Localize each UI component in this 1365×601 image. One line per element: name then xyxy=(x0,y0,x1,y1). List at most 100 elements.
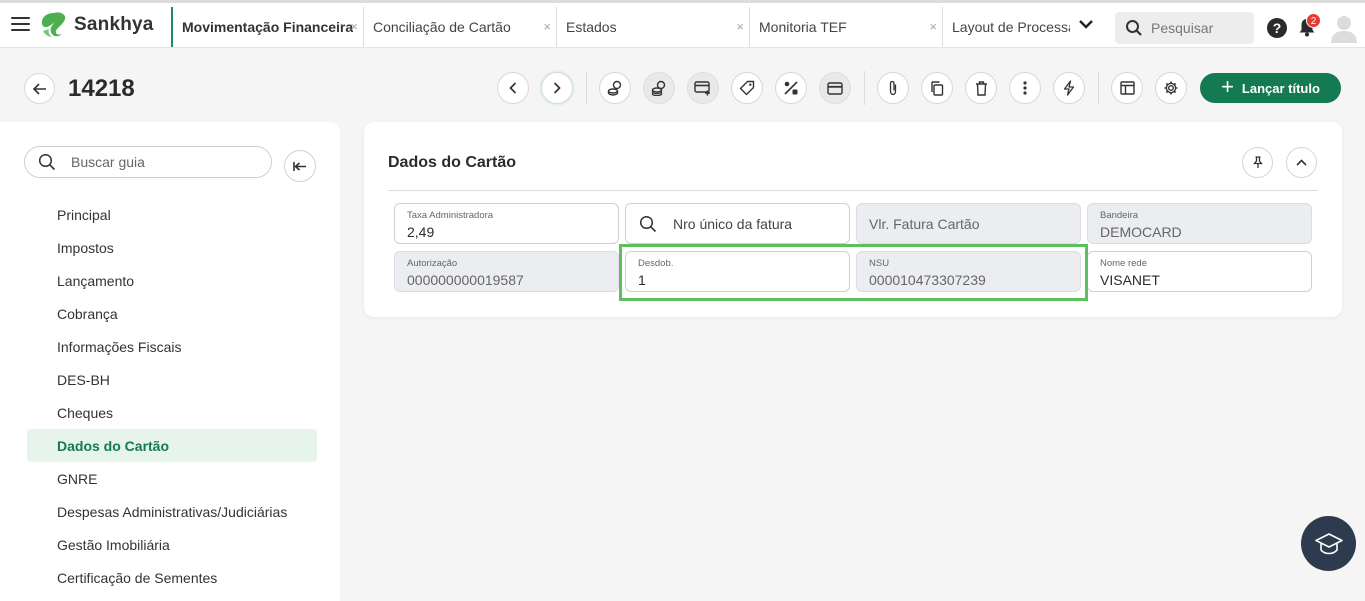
duplicate-button[interactable] xyxy=(921,72,953,104)
discount-button[interactable] xyxy=(775,72,807,104)
card-title: Dados do Cartão xyxy=(388,154,517,171)
layout-button[interactable] xyxy=(1111,72,1143,104)
paperclip-icon xyxy=(889,80,897,96)
sidebar-item-dados-do-cartao[interactable]: Dados do Cartão xyxy=(27,429,317,462)
chevron-right-icon xyxy=(553,82,561,94)
pin-button[interactable] xyxy=(1242,147,1273,178)
tab-movimentacao-financeira[interactable]: Movimentação Financeira × xyxy=(171,7,363,47)
actions-button[interactable] xyxy=(1053,72,1085,104)
toolbar-divider xyxy=(864,71,865,105)
field-value: 1 xyxy=(638,272,646,288)
card-add-icon xyxy=(694,80,710,95)
tab-guide-sidebar: Buscar guia Principal Impostos Lançament… xyxy=(0,122,340,601)
guide-nav: Principal Impostos Lançamento Cobrança I… xyxy=(27,198,317,594)
close-icon[interactable]: × xyxy=(736,19,744,34)
learning-button[interactable] xyxy=(1301,516,1356,571)
arrow-left-icon xyxy=(32,82,46,95)
page-title: 14218 xyxy=(68,75,135,102)
search-icon xyxy=(1126,20,1142,36)
desdob-field[interactable]: Desdob. 1 xyxy=(625,251,850,292)
tab-label: Layout de Processar xyxy=(952,19,1070,35)
field-value: DEMOCARD xyxy=(1100,224,1182,240)
sidebar-item-certificacao-sementes[interactable]: Certificação de Sementes xyxy=(27,561,317,594)
toolbar-divider xyxy=(586,71,587,105)
back-button[interactable] xyxy=(24,73,55,104)
sidebar-item-gestao-imobiliaria[interactable]: Gestão Imobiliária xyxy=(27,528,317,561)
close-icon[interactable]: × xyxy=(543,19,551,34)
previous-button[interactable] xyxy=(497,72,529,104)
graduation-cap-icon xyxy=(1314,532,1343,554)
chevron-left-icon xyxy=(509,82,517,94)
close-icon[interactable]: × xyxy=(350,19,358,34)
sidebar-item-informacoes-fiscais[interactable]: Informações Fiscais xyxy=(27,330,317,363)
tab-monitoria-tef[interactable]: Monitoria TEF × xyxy=(749,7,942,47)
tab-label: Conciliação de Cartão xyxy=(373,19,511,35)
financial-button[interactable] xyxy=(599,72,631,104)
sidebar-item-gnre[interactable]: GNRE xyxy=(27,462,317,495)
guide-search-placeholder: Buscar guia xyxy=(71,154,145,170)
nome-rede-field[interactable]: Nome rede VISANET xyxy=(1087,251,1312,292)
coins-stack-icon xyxy=(651,80,666,96)
next-button[interactable] xyxy=(541,72,573,104)
lightning-icon xyxy=(1063,80,1075,96)
collapse-card-button[interactable] xyxy=(1286,147,1317,178)
tab-layout-processar[interactable]: Layout de Processar xyxy=(942,7,1072,47)
gear-icon xyxy=(1164,81,1178,95)
card-button[interactable] xyxy=(819,72,851,104)
nsu-field: NSU 000010473307239 xyxy=(856,251,1081,292)
settings-button[interactable] xyxy=(1155,72,1187,104)
sidebar-item-despesas[interactable]: Despesas Administrativas/Judiciárias xyxy=(27,495,317,528)
guide-search-input[interactable]: Buscar guia xyxy=(24,146,272,178)
field-value: VISANET xyxy=(1100,272,1160,288)
coins-icon xyxy=(607,80,622,96)
pin-icon xyxy=(1252,156,1263,168)
tab-label: Estados xyxy=(566,19,617,35)
search-placeholder: Pesquisar xyxy=(1151,20,1214,36)
tag-button[interactable] xyxy=(731,72,763,104)
chevron-down-icon[interactable] xyxy=(1079,19,1093,29)
top-bar: Sankhya Movimentação Financeira × Concil… xyxy=(0,0,1365,48)
menu-icon[interactable] xyxy=(11,17,30,31)
add-card-button[interactable] xyxy=(687,72,719,104)
divider xyxy=(388,190,1318,191)
copy-icon xyxy=(931,80,944,96)
sidebar-item-principal[interactable]: Principal xyxy=(27,198,317,231)
field-label: Taxa Administradora xyxy=(407,210,494,221)
field-value: 000000000019587 xyxy=(407,272,524,288)
trash-icon xyxy=(975,80,987,96)
sidebar-item-impostos[interactable]: Impostos xyxy=(27,231,317,264)
field-label: NSU xyxy=(869,258,890,269)
attach-button[interactable] xyxy=(877,72,909,104)
field-value: 2,49 xyxy=(407,224,435,240)
tag-icon xyxy=(739,80,755,96)
financial-stack-button[interactable] xyxy=(643,72,675,104)
more-vertical-icon xyxy=(1023,81,1027,95)
global-search[interactable]: Pesquisar xyxy=(1115,12,1254,44)
toolbar-divider xyxy=(1098,71,1099,105)
notification-badge: 2 xyxy=(1306,13,1321,28)
more-options-button[interactable] xyxy=(1009,72,1041,104)
launch-title-button[interactable]: + Lançar título xyxy=(1200,73,1341,103)
chevron-up-icon xyxy=(1296,159,1307,166)
tab-label: Movimentação Financeira xyxy=(182,19,354,35)
close-icon[interactable]: × xyxy=(929,19,937,34)
collapse-left-icon xyxy=(292,161,306,171)
field-label: Nome rede xyxy=(1100,258,1147,269)
avatar[interactable] xyxy=(1330,13,1358,43)
logo[interactable]: Sankhya xyxy=(40,12,154,38)
taxa-administradora-field[interactable]: Taxa Administradora 2,49 xyxy=(394,203,619,244)
collapse-sidebar-button[interactable] xyxy=(284,150,316,182)
sidebar-item-lancamento[interactable]: Lançamento xyxy=(27,264,317,297)
field-label: Autorização xyxy=(407,258,458,269)
field-placeholder: Nro único da fatura xyxy=(673,215,793,232)
sidebar-item-cobranca[interactable]: Cobrança xyxy=(27,297,317,330)
tab-estados[interactable]: Estados × xyxy=(556,7,749,47)
sidebar-item-des-bh[interactable]: DES-BH xyxy=(27,363,317,396)
tab-conciliacao-cartao[interactable]: Conciliação de Cartão × xyxy=(363,7,556,47)
nro-unico-fatura-field[interactable]: Nro único da fatura xyxy=(625,203,850,244)
field-label: Desdob. xyxy=(638,258,674,269)
sidebar-item-cheques[interactable]: Cheques xyxy=(27,396,317,429)
delete-button[interactable] xyxy=(965,72,997,104)
help-icon[interactable]: ? xyxy=(1267,18,1287,38)
credit-card-icon xyxy=(827,81,843,95)
